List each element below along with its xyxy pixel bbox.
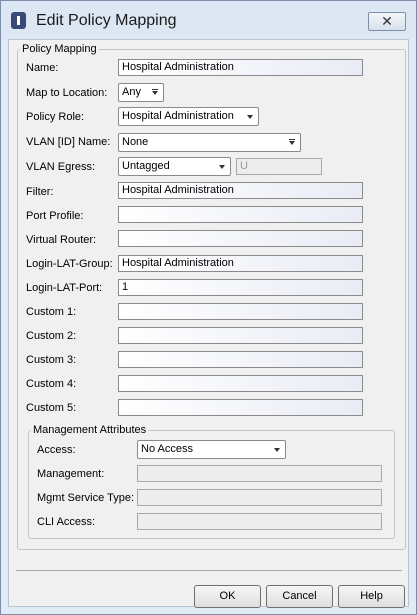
filter-field[interactable]: Hospital Administration: [118, 182, 363, 199]
policy-role-select[interactable]: Hospital Administration: [118, 107, 259, 126]
virtual-router-field[interactable]: [118, 230, 363, 247]
access-select[interactable]: No Access: [137, 440, 286, 459]
cli-access-label: CLI Access:: [37, 516, 96, 528]
management-label: Management:: [37, 468, 105, 480]
name-label: Name:: [26, 62, 59, 74]
port-profile-label: Port Profile:: [26, 210, 84, 222]
dropdown-bar-icon: [152, 89, 158, 90]
map-to-location-value: Any: [122, 86, 141, 98]
cli-access-field: [137, 513, 382, 530]
access-value: No Access: [141, 443, 193, 455]
chevron-down-icon: [247, 115, 253, 119]
map-to-location-select[interactable]: Any: [118, 83, 164, 102]
login-lat-group-field[interactable]: Hospital Administration: [118, 255, 363, 272]
custom1-field[interactable]: [118, 303, 363, 320]
mgmt-service-type-label: Mgmt Service Type:: [37, 492, 134, 504]
custom1-label: Custom 1:: [26, 306, 77, 318]
filter-label: Filter:: [26, 186, 54, 198]
mgmt-service-type-field: [137, 489, 382, 506]
vlan-egress-select[interactable]: Untagged: [118, 157, 231, 176]
dialog-title: Edit Policy Mapping: [36, 12, 177, 29]
vlan-egress-tag-field: U: [236, 158, 322, 175]
login-lat-port-label: Login-LAT-Port:: [26, 282, 103, 294]
chevron-down-icon: [274, 448, 280, 452]
custom5-field[interactable]: [118, 399, 363, 416]
vlan-name-select[interactable]: None: [118, 133, 301, 152]
policy-mapping-legend: Policy Mapping: [22, 43, 97, 55]
chevron-down-icon: [152, 91, 158, 95]
virtual-router-label: Virtual Router:: [26, 234, 97, 246]
chevron-down-icon: [219, 165, 225, 169]
login-lat-group-label: Login-LAT-Group:: [26, 258, 113, 270]
vlan-egress-value: Untagged: [122, 160, 170, 172]
edit-policy-mapping-dialog: Edit Policy Mapping ✕ Policy Mapping Nam…: [0, 0, 417, 615]
custom5-label: Custom 5:: [26, 402, 77, 414]
close-button[interactable]: ✕: [368, 12, 406, 31]
name-field[interactable]: Hospital Administration: [118, 59, 363, 76]
vlan-egress-label: VLAN Egress:: [26, 161, 96, 173]
management-field: [137, 465, 382, 482]
policy-role-value: Hospital Administration: [122, 110, 234, 122]
vlan-name-label: VLAN [ID] Name:: [26, 136, 111, 148]
title-bar: Edit Policy Mapping ✕: [1, 1, 416, 39]
management-attributes-legend: Management Attributes: [33, 424, 147, 436]
custom4-field[interactable]: [118, 375, 363, 392]
help-button[interactable]: Help: [338, 585, 405, 608]
custom3-label: Custom 3:: [26, 354, 77, 366]
button-separator: [16, 570, 402, 571]
vlan-name-value: None: [122, 136, 149, 148]
map-to-location-label: Map to Location:: [26, 87, 108, 99]
chevron-down-icon: [289, 141, 295, 145]
port-profile-field[interactable]: [118, 206, 363, 223]
cancel-button[interactable]: Cancel: [266, 585, 333, 608]
login-lat-port-field[interactable]: 1: [118, 279, 363, 296]
custom3-field[interactable]: [118, 351, 363, 368]
custom4-label: Custom 4:: [26, 378, 77, 390]
access-label: Access:: [37, 444, 76, 456]
policy-role-label: Policy Role:: [26, 111, 85, 123]
ok-button[interactable]: OK: [194, 585, 261, 608]
app-icon: [11, 12, 26, 29]
custom2-label: Custom 2:: [26, 330, 77, 342]
dropdown-bar-icon: [289, 139, 295, 140]
custom2-field[interactable]: [118, 327, 363, 344]
